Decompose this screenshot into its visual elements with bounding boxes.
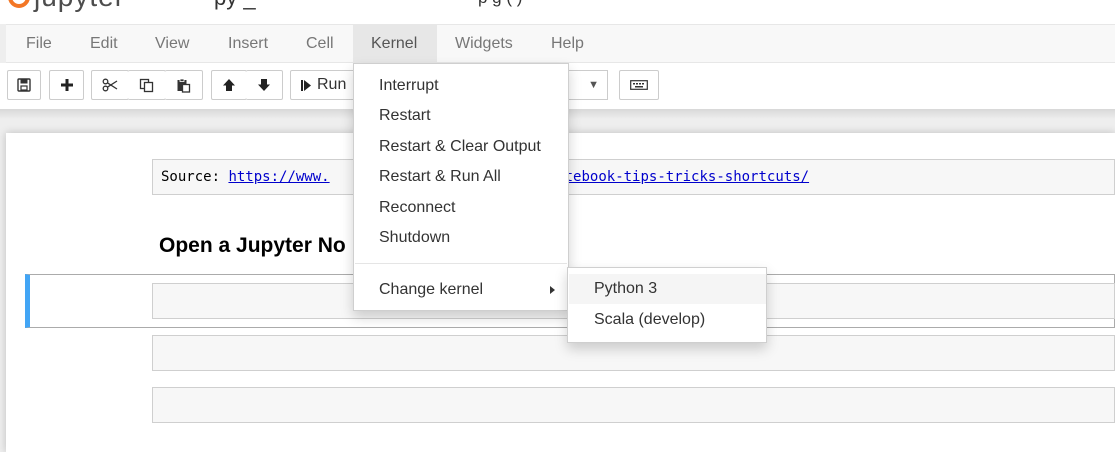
menubar: File Edit View Insert Cell Kernel Widget… bbox=[6, 24, 1115, 63]
command-palette-button[interactable] bbox=[619, 70, 659, 100]
move-down-button[interactable] bbox=[246, 70, 283, 100]
menu-insert[interactable]: Insert bbox=[211, 25, 285, 62]
menu-cell[interactable]: Cell bbox=[289, 25, 351, 62]
menu-divider bbox=[355, 263, 567, 264]
keyboard-icon bbox=[630, 80, 648, 90]
jupyter-logo-mark bbox=[8, 0, 30, 8]
menu-item-restart-run-all[interactable]: Restart & Run All bbox=[354, 162, 568, 192]
menu-item-interrupt[interactable]: Interrupt bbox=[354, 71, 568, 101]
menu-widgets[interactable]: Widgets bbox=[438, 25, 530, 62]
copy-icon bbox=[139, 78, 154, 92]
menu-help[interactable]: Help bbox=[534, 25, 601, 62]
checkpoint-status: p g ( ) bbox=[478, 0, 522, 8]
insert-cell-button[interactable] bbox=[49, 70, 84, 100]
menu-item-restart[interactable]: Restart bbox=[354, 101, 568, 131]
run-button[interactable]: Run bbox=[290, 70, 356, 100]
save-icon bbox=[17, 78, 31, 92]
jupyter-logo[interactable]: jupyter bbox=[8, 0, 125, 13]
jupyter-logo-text: jupyter bbox=[34, 0, 125, 13]
cell-type-select[interactable]: ▼ bbox=[566, 70, 608, 100]
menu-item-change-kernel[interactable]: Change kernel bbox=[354, 275, 568, 305]
menu-item-shutdown[interactable]: Shutdown bbox=[354, 223, 568, 253]
kernel-option-scala[interactable]: Scala (develop) bbox=[569, 305, 766, 335]
source-cell[interactable]: Source: https://www. ter-notebook-tips-t… bbox=[152, 159, 1115, 195]
menu-kernel[interactable]: Kernel bbox=[353, 25, 437, 62]
notebook-name[interactable]: py _ bbox=[214, 0, 256, 11]
change-kernel-submenu: Python 3 Scala (develop) bbox=[567, 267, 767, 343]
menu-item-reconnect[interactable]: Reconnect bbox=[354, 193, 568, 223]
notebook-header: jupyter py _ p g ( ) bbox=[0, 0, 1115, 24]
run-button-label: Run bbox=[317, 76, 347, 93]
step-forward-icon bbox=[301, 79, 311, 91]
source-label: Source: bbox=[161, 169, 221, 185]
menu-edit[interactable]: Edit bbox=[73, 25, 135, 62]
kernel-dropdown-menu: Interrupt Restart Restart & Clear Output… bbox=[353, 63, 569, 311]
caret-right-icon bbox=[550, 286, 555, 294]
paste-button[interactable] bbox=[165, 70, 203, 100]
menu-view[interactable]: View bbox=[138, 25, 206, 62]
source-link-start[interactable]: https://www. bbox=[228, 169, 329, 185]
menu-item-restart-clear-output[interactable]: Restart & Clear Output bbox=[354, 132, 568, 162]
menu-file[interactable]: File bbox=[9, 25, 69, 62]
plus-icon bbox=[60, 79, 73, 91]
cut-button[interactable] bbox=[91, 70, 129, 100]
arrow-down-icon bbox=[258, 79, 270, 91]
paste-icon bbox=[177, 78, 191, 93]
copy-button[interactable] bbox=[128, 70, 166, 100]
caret-down-icon: ▼ bbox=[588, 79, 599, 91]
move-up-button[interactable] bbox=[211, 70, 247, 100]
markdown-heading[interactable]: Open a Jupyter No bbox=[159, 234, 346, 258]
code-cell-input[interactable] bbox=[152, 387, 1115, 423]
arrow-up-icon bbox=[223, 79, 235, 91]
kernel-option-python3[interactable]: Python 3 bbox=[569, 274, 766, 304]
scissors-icon bbox=[102, 78, 118, 92]
change-kernel-label: Change kernel bbox=[379, 281, 484, 298]
save-button[interactable] bbox=[7, 70, 41, 100]
